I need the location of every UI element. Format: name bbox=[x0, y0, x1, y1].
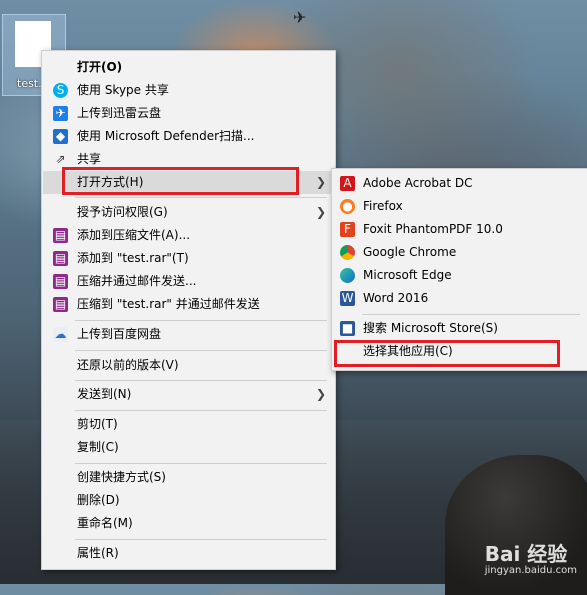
wallpaper-plane-icon: ✈ bbox=[293, 8, 307, 27]
menu-item-delete[interactable]: 删除(D) bbox=[43, 489, 334, 512]
baidu-pan-cloud-icon: ☁ bbox=[53, 327, 68, 342]
menu-separator bbox=[75, 380, 327, 381]
submenu-item-store[interactable]: ■ 搜索 Microsoft Store(S) bbox=[333, 317, 587, 340]
menu-item-add-archive[interactable]: ▤ 添加到压缩文件(A)... bbox=[43, 224, 334, 247]
submenu-item-firefox[interactable]: ● Firefox bbox=[333, 195, 587, 218]
menu-separator bbox=[75, 539, 327, 540]
menu-item-rename[interactable]: 重命名(M) bbox=[43, 512, 334, 535]
submenu-item-acrobat[interactable]: A Adobe Acrobat DC bbox=[333, 172, 587, 195]
menu-item-defender-scan[interactable]: ◆ 使用 Microsoft Defender扫描... bbox=[43, 125, 334, 148]
menu-separator bbox=[75, 197, 327, 198]
xunlei-bird-icon: ✈ bbox=[53, 106, 68, 121]
menu-item-properties[interactable]: 属性(R) bbox=[43, 542, 334, 565]
highlight-box-choose-other bbox=[334, 340, 560, 367]
winrar-icon: ▤ bbox=[53, 297, 68, 312]
menu-item-compress-test-email[interactable]: ▤ 压缩到 "test.rar" 并通过邮件发送 bbox=[43, 293, 334, 316]
winrar-icon: ▤ bbox=[53, 251, 68, 266]
winrar-icon: ▤ bbox=[53, 274, 68, 289]
submenu-item-word[interactable]: W Word 2016 bbox=[333, 287, 587, 310]
submenu-item-chrome[interactable]: Google Chrome bbox=[333, 241, 587, 264]
foxit-icon: F bbox=[340, 222, 355, 237]
winrar-icon: ▤ bbox=[53, 228, 68, 243]
menu-separator bbox=[75, 410, 327, 411]
skype-icon: S bbox=[53, 83, 68, 98]
chrome-icon bbox=[340, 245, 355, 260]
highlight-box-open-with bbox=[62, 167, 299, 195]
menu-item-open[interactable]: 打开(O) bbox=[43, 56, 334, 79]
defender-shield-icon: ◆ bbox=[53, 129, 68, 144]
menu-item-restore-versions[interactable]: 还原以前的版本(V) bbox=[43, 354, 334, 377]
menu-item-compress-email[interactable]: ▤ 压缩并通过邮件发送... bbox=[43, 270, 334, 293]
chevron-right-icon: ❯ bbox=[315, 175, 326, 189]
context-menu: 打开(O) S 使用 Skype 共享 ✈ 上传到迅雷云盘 ◆ 使用 Micro… bbox=[41, 50, 336, 570]
menu-item-grant-access[interactable]: 授予访问权限(G) ❯ bbox=[43, 201, 334, 224]
menu-item-skype-share[interactable]: S 使用 Skype 共享 bbox=[43, 79, 334, 102]
share-icon: ⇗ bbox=[55, 152, 66, 166]
menu-item-create-shortcut[interactable]: 创建快捷方式(S) bbox=[43, 466, 334, 489]
menu-item-xunlei-upload[interactable]: ✈ 上传到迅雷云盘 bbox=[43, 102, 334, 125]
menu-separator bbox=[75, 320, 327, 321]
menu-separator bbox=[75, 463, 327, 464]
menu-item-baidu-pan[interactable]: ☁ 上传到百度网盘 bbox=[43, 323, 334, 346]
firefox-icon: ● bbox=[340, 199, 355, 214]
menu-item-add-test-rar[interactable]: ▤ 添加到 "test.rar"(T) bbox=[43, 247, 334, 270]
submenu-item-foxit[interactable]: F Foxit PhantomPDF 10.0 bbox=[333, 218, 587, 241]
submenu-separator bbox=[362, 314, 580, 315]
baidu-watermark: Bai 经验 jingyan.baidu.com bbox=[484, 542, 577, 576]
acrobat-icon: A bbox=[340, 176, 355, 191]
submenu-item-edge[interactable]: Microsoft Edge bbox=[333, 264, 587, 287]
store-icon: ■ bbox=[340, 321, 355, 336]
menu-item-cut[interactable]: 剪切(T) bbox=[43, 413, 334, 436]
edge-icon bbox=[340, 268, 355, 283]
menu-item-copy[interactable]: 复制(C) bbox=[43, 436, 334, 459]
menu-separator bbox=[75, 350, 327, 351]
word-icon: W bbox=[340, 291, 355, 306]
chevron-right-icon: ❯ bbox=[315, 387, 326, 401]
menu-item-send-to[interactable]: 发送到(N) ❯ bbox=[43, 383, 334, 406]
chevron-right-icon: ❯ bbox=[315, 205, 326, 219]
